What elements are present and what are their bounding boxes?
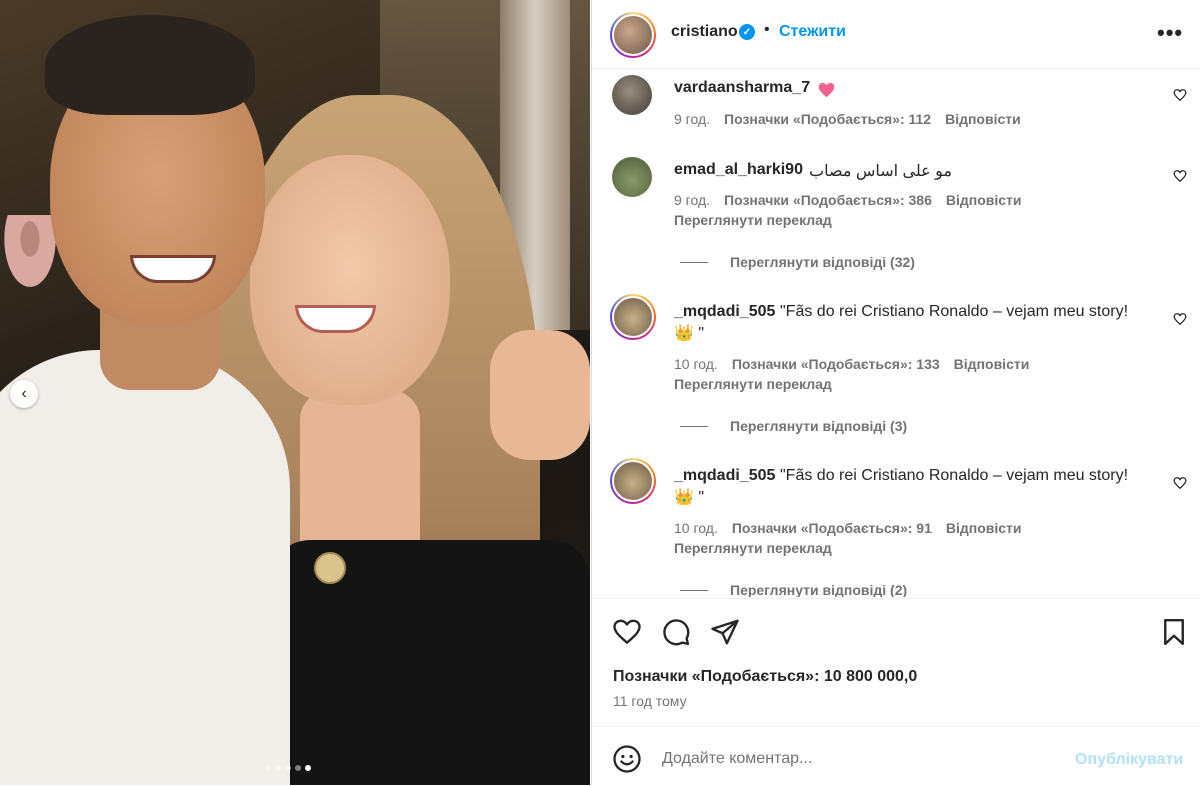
- comment-like-icon[interactable]: [1173, 88, 1187, 102]
- verified-badge-icon: ✓: [739, 24, 755, 40]
- comment-time[interactable]: 10 год.: [674, 356, 718, 372]
- view-replies-button[interactable]: Переглянути відповіді (2): [680, 582, 907, 597]
- commenter-avatar[interactable]: [612, 75, 652, 115]
- comment-time[interactable]: 9 год.: [674, 192, 710, 208]
- reply-button[interactable]: Відповісти: [946, 192, 1022, 208]
- author-username[interactable]: cristiano: [671, 23, 738, 41]
- comment-text-line2: 👑 ": [674, 489, 705, 506]
- comment-time[interactable]: 9 год.: [674, 111, 710, 127]
- man-shirt: [0, 350, 290, 785]
- chevron-left-icon: ‹: [21, 385, 27, 402]
- commenter-username[interactable]: _mqdadi_505: [674, 467, 775, 485]
- comment-text: "Fãs do rei Cristiano Ronaldo – vejam me…: [780, 467, 1129, 484]
- comment-likes[interactable]: Позначки «Подобається»: 133: [732, 356, 940, 372]
- comment-meta: 10 год. Позначки «Подобається»: 91 Відпові…: [674, 520, 1022, 536]
- comment-like-icon[interactable]: [1173, 169, 1187, 183]
- commenter-avatar[interactable]: [610, 294, 656, 340]
- like-heart-icon[interactable]: [612, 617, 642, 647]
- carousel-dots: [265, 765, 311, 771]
- reply-button[interactable]: Відповісти: [946, 520, 1022, 536]
- woman-face: [250, 155, 450, 405]
- view-replies-button[interactable]: Переглянути відповіді (3): [680, 418, 907, 434]
- carousel-dot[interactable]: [285, 765, 291, 771]
- comment-meta: 9 год. Позначки «Подобається»: 112 Відпові…: [674, 111, 1021, 127]
- more-options-icon[interactable]: •••: [1157, 20, 1183, 46]
- carousel-dot[interactable]: [275, 765, 281, 771]
- carousel-dot[interactable]: [295, 765, 301, 771]
- comment-composer: Опублікувати: [592, 726, 1200, 786]
- post-actions: Позначки «Подобається»: 10 800 000,0 11 …: [592, 598, 1200, 726]
- view-replies-button[interactable]: Переглянути відповіді (32): [680, 254, 915, 270]
- view-replies-label: Переглянути відповіді (32): [730, 254, 915, 270]
- commenter-username[interactable]: vardaansharma_7: [674, 79, 810, 97]
- post-photo[interactable]: ‹: [0, 0, 590, 785]
- comments-list[interactable]: vardaansharma_7 9 год. Позначки «Подобаєт…: [592, 69, 1200, 597]
- post-header: cristiano ✓ • Стежити •••: [592, 0, 1200, 69]
- separator-dot: •: [764, 21, 770, 38]
- comment-like-icon[interactable]: [1173, 476, 1187, 490]
- comment-text-line2: 👑 ": [674, 325, 705, 342]
- comment-likes[interactable]: Позначки «Подобається»: 386: [724, 192, 932, 208]
- post-likes-count[interactable]: Позначки «Подобається»: 10 800 000,0: [613, 668, 917, 686]
- reply-button[interactable]: Відповісти: [954, 356, 1030, 372]
- comment-meta: 10 год. Позначки «Подобається»: 133 Відпов…: [674, 356, 1029, 372]
- comment-input[interactable]: [660, 745, 1044, 773]
- view-replies-label: Переглянути відповіді (2): [730, 582, 908, 597]
- view-replies-label: Переглянути відповіді (3): [730, 418, 908, 434]
- post-timestamp[interactable]: 11 год тому: [613, 693, 687, 709]
- background-person: [0, 215, 60, 295]
- comment-text: "Fãs do rei Cristiano Ronaldo – vejam me…: [780, 303, 1129, 320]
- man-hair: [45, 15, 255, 115]
- comment-icon[interactable]: [661, 617, 691, 647]
- carousel-prev-button[interactable]: ‹: [10, 380, 38, 408]
- pink-heart-emoji-icon: [818, 82, 835, 98]
- comment-like-icon[interactable]: [1173, 312, 1187, 326]
- hand: [490, 330, 590, 460]
- publish-button[interactable]: Опублікувати: [1075, 751, 1183, 769]
- commenter-username[interactable]: _mqdadi_505: [674, 303, 775, 321]
- commenter-username[interactable]: emad_al_harki90: [674, 161, 803, 179]
- follow-button[interactable]: Стежити: [779, 23, 846, 41]
- commenter-avatar[interactable]: [610, 458, 656, 504]
- comment-text: مو على اساس مصاب: [809, 163, 952, 180]
- share-paper-plane-icon[interactable]: [710, 617, 740, 647]
- necklace-pendant: [314, 552, 346, 584]
- author-avatar[interactable]: [610, 12, 656, 58]
- reply-button[interactable]: Відповісти: [945, 111, 1021, 127]
- carousel-dot-active[interactable]: [305, 765, 311, 771]
- comment-meta: 9 год. Позначки «Подобається»: 386 Відпові…: [674, 192, 1022, 208]
- comment-likes[interactable]: Позначки «Подобається»: 112: [724, 111, 931, 127]
- save-bookmark-icon[interactable]: [1159, 617, 1189, 647]
- see-translation-link[interactable]: Переглянути переклад: [674, 212, 832, 228]
- comment-likes[interactable]: Позначки «Подобається»: 91: [732, 520, 932, 536]
- emoji-icon[interactable]: [612, 744, 642, 774]
- see-translation-link[interactable]: Переглянути переклад: [674, 376, 832, 392]
- commenter-avatar[interactable]: [612, 157, 652, 197]
- comment-time[interactable]: 10 год.: [674, 520, 718, 536]
- carousel-dot[interactable]: [265, 765, 271, 771]
- post-side-panel: cristiano ✓ • Стежити ••• vardaansharma_…: [591, 0, 1200, 785]
- see-translation-link[interactable]: Переглянути переклад: [674, 540, 832, 556]
